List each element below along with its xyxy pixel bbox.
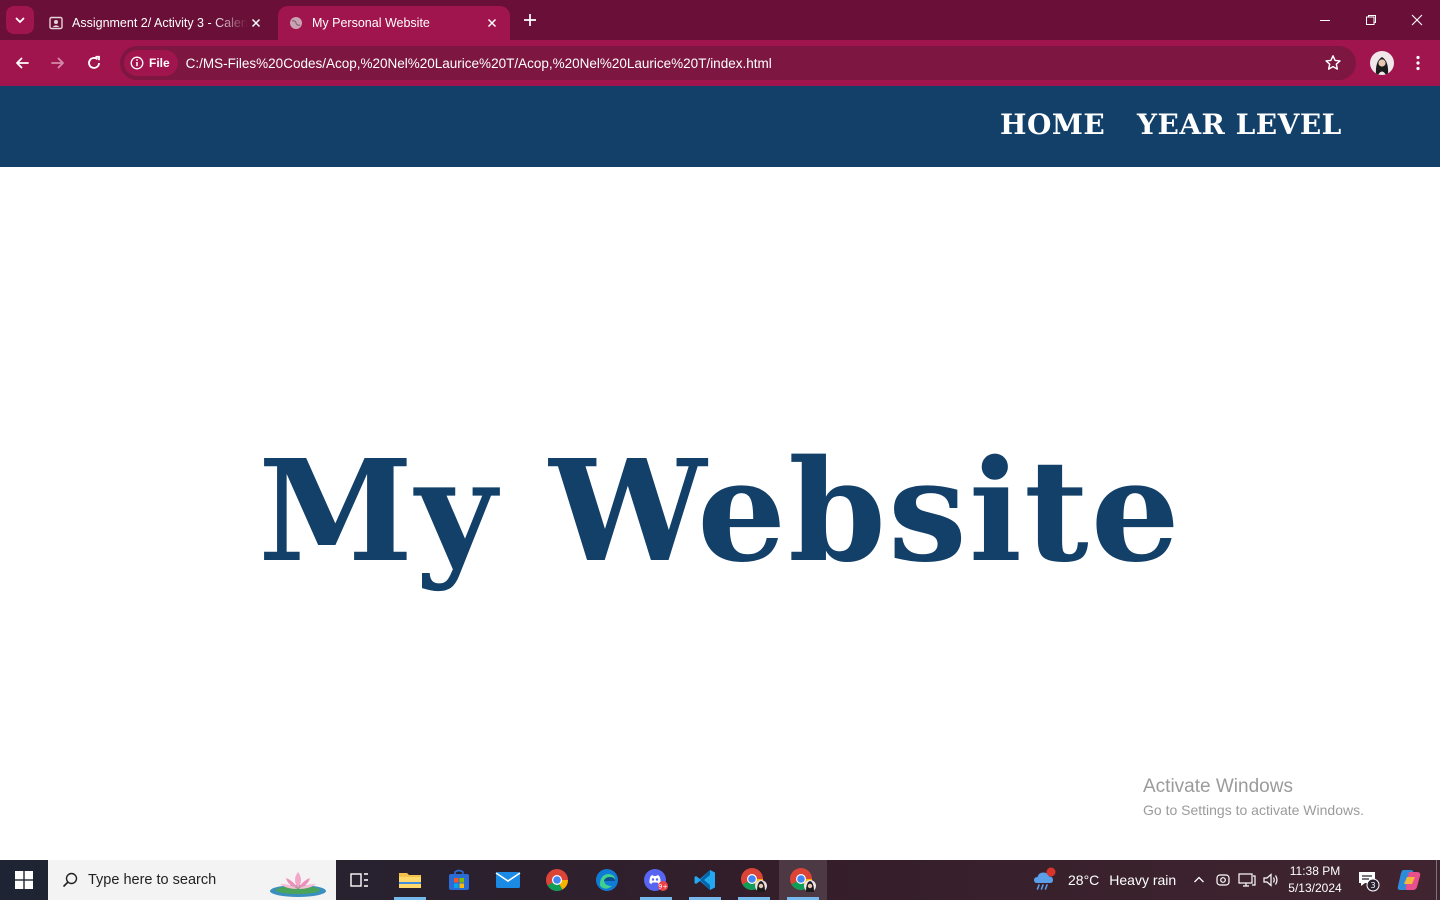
- chrome-icon: [546, 869, 568, 891]
- minimize-icon: [1320, 20, 1330, 21]
- tab-title: My Personal Website: [312, 16, 430, 30]
- activate-windows-watermark: Activate Windows Go to Settings to activ…: [1143, 776, 1364, 818]
- chrome-profile-icon: [790, 868, 816, 892]
- taskbar-chrome[interactable]: [533, 860, 581, 900]
- mail-icon: [495, 872, 521, 888]
- back-button[interactable]: [8, 49, 36, 77]
- taskbar-mail[interactable]: [484, 860, 532, 900]
- svg-text:9+: 9+: [658, 883, 668, 891]
- taskbar-discord[interactable]: 9+: [632, 860, 680, 900]
- more-vertical-icon: [1416, 55, 1420, 71]
- nav-link-year-level[interactable]: YEAR LEVEL: [1137, 108, 1342, 141]
- globe-favicon-icon: [288, 15, 304, 31]
- chevron-up-icon: [1194, 876, 1204, 883]
- show-desktop-button[interactable]: [1436, 860, 1440, 900]
- copilot-icon: [1397, 870, 1421, 890]
- search-placeholder: Type here to search: [88, 872, 217, 888]
- show-hidden-icons-button[interactable]: [1190, 871, 1208, 889]
- profile-avatar[interactable]: [1370, 51, 1394, 75]
- browser-menu-button[interactable]: [1406, 49, 1430, 77]
- notification-center-button[interactable]: 3: [1356, 868, 1380, 892]
- url-text[interactable]: C:/MS-Files%20Codes/Acop,%20Nel%20Lauric…: [186, 56, 772, 71]
- windows-taskbar: Type here to search 9+ 28°C Heavy rain 1…: [0, 860, 1440, 900]
- network-icon: [1238, 873, 1256, 887]
- watermark-subtitle: Go to Settings to activate Windows.: [1143, 802, 1364, 818]
- task-view-icon: [350, 873, 368, 887]
- hero-title: My Website: [258, 430, 1182, 594]
- taskbar-chrome-profile-active[interactable]: [779, 860, 827, 900]
- new-tab-button[interactable]: [518, 8, 542, 32]
- browser-toolbar: File C:/MS-Files%20Codes/Acop,%20Nel%20L…: [0, 40, 1440, 86]
- tab-my-personal-website[interactable]: My Personal Website: [278, 6, 510, 40]
- address-bar[interactable]: File C:/MS-Files%20Codes/Acop,%20Nel%20L…: [120, 46, 1356, 80]
- store-icon: [449, 869, 469, 890]
- weather-temp: 28°C: [1068, 872, 1100, 888]
- weather-widget[interactable]: 28°C Heavy rain: [1032, 860, 1176, 900]
- camera-icon: [1216, 874, 1230, 886]
- notification-icon: 3: [1359, 872, 1380, 892]
- clock-date: 5/13/2024: [1288, 881, 1342, 895]
- info-icon: [130, 56, 144, 70]
- restore-button[interactable]: [1348, 0, 1394, 40]
- restore-icon: [1366, 15, 1376, 25]
- watermark-title: Activate Windows: [1143, 776, 1293, 797]
- bookmark-star-icon[interactable]: [1324, 54, 1342, 72]
- reload-icon: [88, 55, 100, 69]
- task-view-button[interactable]: [336, 860, 384, 900]
- site-info-chip[interactable]: File: [124, 50, 178, 76]
- taskbar-search-box[interactable]: Type here to search: [48, 860, 336, 900]
- meet-now-button[interactable]: [1214, 871, 1232, 889]
- nav-link-home[interactable]: HOME: [1000, 108, 1105, 141]
- folder-icon: [399, 873, 421, 888]
- tab-search-button[interactable]: [6, 6, 34, 34]
- close-icon: [1411, 14, 1423, 26]
- reload-button[interactable]: [80, 49, 108, 77]
- rain-cloud-icon: [1034, 867, 1056, 890]
- weather-condition: Heavy rain: [1109, 872, 1177, 888]
- speaker-icon: [1263, 873, 1278, 887]
- taskbar-chrome-profile[interactable]: [730, 860, 778, 900]
- close-icon[interactable]: [484, 15, 500, 31]
- minimize-button[interactable]: [1302, 0, 1348, 40]
- clock-time: 11:38 PM: [1289, 864, 1341, 878]
- taskbar-edge[interactable]: [583, 860, 631, 900]
- discord-icon: 9+: [644, 869, 668, 891]
- profile-icon: [1375, 57, 1389, 75]
- chevron-down-icon: [15, 17, 25, 24]
- edge-icon: [596, 869, 618, 891]
- forward-button[interactable]: [44, 49, 72, 77]
- copilot-button[interactable]: [1396, 868, 1422, 892]
- system-clock[interactable]: 11:38 PM 5/13/2024: [1282, 863, 1348, 897]
- volume-button[interactable]: [1262, 871, 1280, 889]
- plus-icon: [524, 14, 536, 26]
- calendar-favicon-icon: [48, 15, 64, 31]
- arrow-left-icon: [16, 57, 29, 69]
- chrome-profile-icon: [741, 868, 767, 892]
- site-info-label: File: [149, 56, 170, 70]
- lotus-flower-icon: [270, 872, 326, 897]
- vscode-icon: [694, 870, 715, 890]
- windows-logo-icon: [15, 871, 33, 889]
- start-button[interactable]: [0, 860, 48, 900]
- taskbar-file-explorer[interactable]: [386, 860, 434, 900]
- taskbar-vscode[interactable]: [681, 860, 729, 900]
- tab-assignment[interactable]: Assignment 2/ Activity 3 - Calendar: [38, 6, 274, 40]
- taskbar-microsoft-store[interactable]: [435, 860, 483, 900]
- close-icon[interactable]: [248, 15, 264, 31]
- site-navbar: HOME YEAR LEVEL: [0, 86, 1440, 167]
- notification-count: 3: [1370, 881, 1375, 890]
- browser-tab-strip: Assignment 2/ Activity 3 - Calendar My P…: [0, 0, 1440, 40]
- network-button[interactable]: [1238, 871, 1256, 889]
- search-icon: [62, 872, 78, 888]
- close-window-button[interactable]: [1394, 0, 1440, 40]
- arrow-right-icon: [51, 57, 64, 69]
- tab-title: Assignment 2/ Activity 3 - Calendar: [72, 16, 248, 30]
